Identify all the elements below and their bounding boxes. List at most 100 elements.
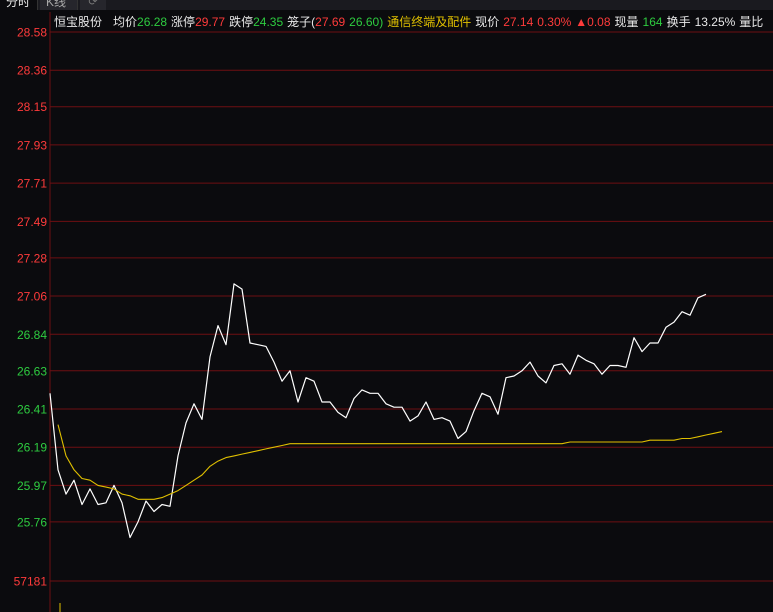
avg-price-line-point — [545, 443, 546, 444]
price-line-point — [297, 401, 298, 402]
industry-link[interactable]: 通信终端及配件 — [387, 15, 471, 29]
avg-price-line-point — [577, 441, 578, 442]
price-line-point — [145, 500, 146, 501]
avg-price-line-point — [113, 488, 114, 489]
price-line-point — [81, 504, 82, 505]
price-line-point — [97, 504, 98, 505]
avg-price-line-point — [209, 466, 210, 467]
avg-price-line-point — [393, 443, 394, 444]
change-abs: ▲0.08 — [575, 15, 611, 29]
avg-price-line-point — [217, 460, 218, 461]
y-tick-label: 26.63 — [17, 364, 47, 378]
avg-price-line-point — [601, 441, 602, 442]
bidask-label: 笼子( — [287, 15, 316, 29]
y-tick-label: 28.15 — [17, 100, 47, 114]
limit-up-value: 29.77 — [195, 15, 226, 29]
avg-price-line-point — [457, 443, 458, 444]
price-line-point — [633, 337, 634, 338]
avg-price-line — [57, 424, 723, 500]
avg-price-line-point — [505, 443, 506, 444]
avg-price-line-point — [57, 424, 58, 425]
avg-price-line-point — [681, 438, 682, 439]
price-line-point — [265, 346, 266, 347]
price-line-point — [257, 344, 258, 345]
price-line-point — [513, 375, 514, 376]
price-line-point — [449, 421, 450, 422]
price-line-point — [49, 393, 50, 394]
volume-value: 164 — [642, 15, 663, 29]
avg-price-line-point — [593, 441, 594, 442]
price-line-point — [113, 485, 114, 486]
price-line-point — [657, 342, 658, 343]
price-line-point — [177, 455, 178, 456]
price-line-point — [681, 311, 682, 312]
avg-price-line-point — [553, 443, 554, 444]
avg-price-line-point — [497, 443, 498, 444]
price-line-point — [649, 342, 650, 343]
y-tick-label: 26.84 — [17, 328, 47, 342]
price-line-point — [601, 374, 602, 375]
turnover-value: 13.25% — [694, 15, 736, 29]
avg-price-line-point — [337, 443, 338, 444]
avg-price-line-point — [73, 469, 74, 470]
avg-price-line-point — [249, 452, 250, 453]
price-line-point — [121, 502, 122, 503]
y-tick-label: 27.49 — [17, 215, 47, 229]
avg-price-line-point — [161, 497, 162, 498]
bidask-low: 26.60) — [349, 15, 384, 29]
price-chart[interactable]: 28.5828.3628.1527.9327.7127.4927.2827.06… — [0, 0, 773, 612]
avg-price-line-point — [585, 441, 586, 442]
price-line-point — [473, 410, 474, 411]
avg-price-line-point — [569, 441, 570, 442]
price-line-point — [249, 342, 250, 343]
stock-name[interactable]: 恒宝股份 — [54, 12, 102, 32]
refresh-icon[interactable]: ⟳ — [80, 0, 106, 10]
price-line-point — [329, 401, 330, 402]
avg-price-line-point — [449, 443, 450, 444]
avg-price-line-point — [105, 487, 106, 488]
price-line-point — [273, 361, 274, 362]
avg-price-line-point — [713, 433, 714, 434]
price-line-point — [617, 365, 618, 366]
price-line-point — [593, 363, 594, 364]
price-line-point — [65, 493, 66, 494]
limit-down-value: 24.35 — [253, 15, 284, 29]
tab-intraday[interactable]: 分时 — [0, 0, 38, 10]
price-line-point — [129, 537, 130, 538]
price-line-point — [705, 294, 706, 295]
price-line-point — [321, 401, 322, 402]
price-line-point — [225, 344, 226, 345]
avg-price-line-point — [153, 499, 154, 500]
price-line-point — [153, 511, 154, 512]
avg-price-line-point — [617, 441, 618, 442]
price-line-point — [497, 414, 498, 415]
avg-price-line-point — [689, 438, 690, 439]
price-line-point — [409, 421, 410, 422]
price-line-point — [553, 365, 554, 366]
avg-price-line-point — [665, 440, 666, 441]
price-line-point — [529, 361, 530, 362]
tab-kline[interactable]: K线 — [40, 0, 78, 10]
price-line-point — [73, 480, 74, 481]
bidask-high: 27.69 — [315, 15, 346, 29]
price-line-point — [569, 374, 570, 375]
avg-price-line-point — [513, 443, 514, 444]
avg-price-line-point — [137, 499, 138, 500]
price-line-point — [545, 382, 546, 383]
change-pct: 0.30% — [537, 15, 572, 29]
avg-price-line-point — [561, 443, 562, 444]
price-line-point — [457, 438, 458, 439]
price-line-point — [57, 469, 58, 470]
y-tick-label: 27.71 — [17, 177, 47, 191]
avg-price-line-point — [177, 490, 178, 491]
avg-price-line-point — [241, 454, 242, 455]
avg-price-line-point — [273, 447, 274, 448]
avg-price-line-point — [369, 443, 370, 444]
avg-price-line-point — [377, 443, 378, 444]
avg-price-line-point — [65, 455, 66, 456]
y-tick-label: 25.76 — [17, 515, 47, 529]
y-tick-label: 27.28 — [17, 251, 47, 265]
price-line-point — [185, 422, 186, 423]
avg-price-line-point — [89, 480, 90, 481]
price-line-point — [697, 297, 698, 298]
